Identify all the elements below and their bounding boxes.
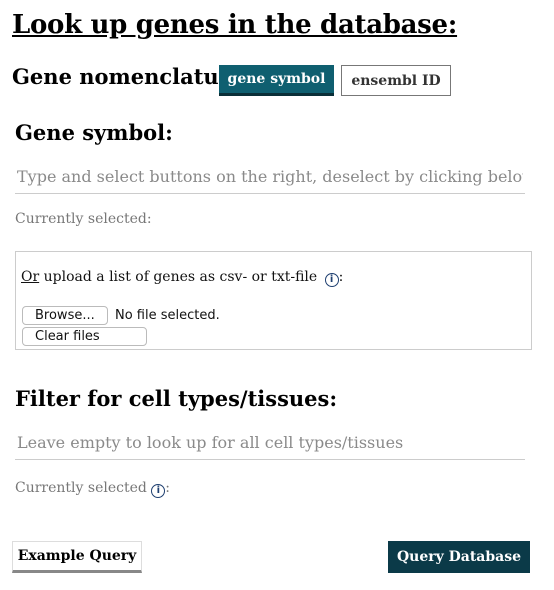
ensembl-id-toggle[interactable]: ensembl ID (341, 65, 451, 96)
or-text: Or (21, 269, 40, 285)
cell-types-heading: Filter for cell types/tissues: (15, 386, 338, 411)
page-title: Look up genes in the database: (12, 10, 458, 40)
example-query-button[interactable]: Example Query (12, 541, 142, 573)
browse-button[interactable]: Browse... (22, 306, 108, 325)
gene-search-input[interactable] (15, 160, 525, 194)
cell-types-currently-selected-label: Currently selected (15, 480, 152, 496)
nomenclature-label: Gene nomenclature: (12, 64, 251, 89)
genes-currently-selected-label: Currently selected: (15, 211, 152, 227)
cell-type-search-input[interactable] (15, 426, 525, 460)
query-database-button[interactable]: Query Database (388, 541, 530, 573)
upload-text: upload a list of genes as csv- or txt-fi… (39, 269, 322, 285)
upload-panel: Or upload a list of genes as csv- or txt… (15, 251, 532, 350)
cell-types-currently-selected: Currently selected i: (15, 480, 170, 498)
upload-instruction: Or upload a list of genes as csv- or txt… (21, 269, 343, 287)
clear-files-button[interactable]: Clear files (22, 327, 147, 346)
info-icon[interactable]: i (151, 483, 166, 498)
gene-symbol-toggle[interactable]: gene symbol (219, 65, 334, 96)
info-icon[interactable]: i (324, 272, 339, 287)
upload-colon: : (338, 269, 344, 285)
file-status: No file selected. (115, 308, 220, 323)
gene-symbol-heading: Gene symbol: (15, 120, 173, 145)
cell-types-colon: : (165, 480, 170, 496)
